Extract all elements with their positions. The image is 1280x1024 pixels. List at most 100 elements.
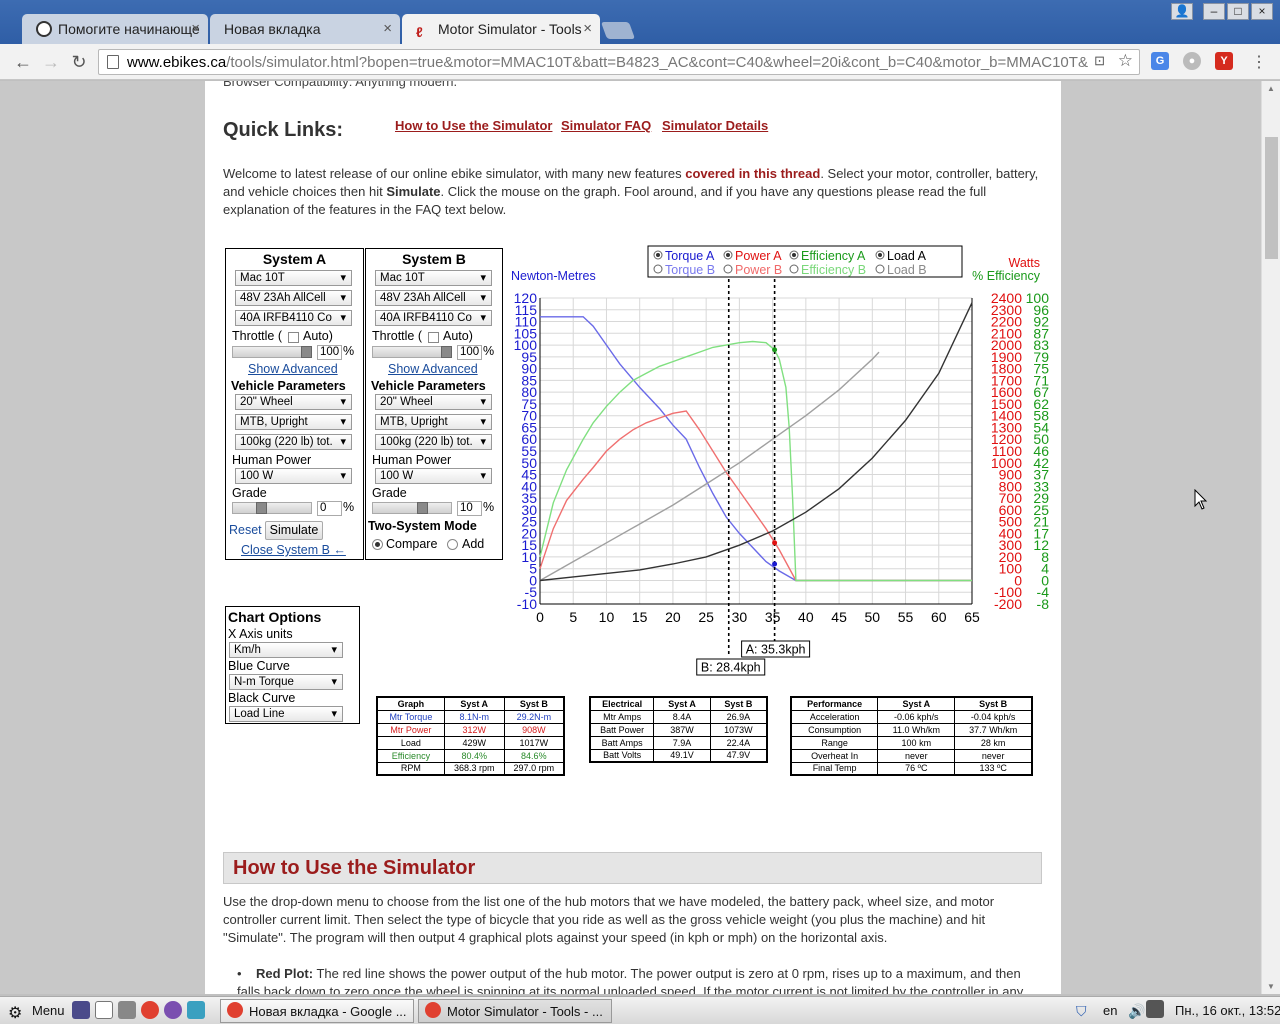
y-axis-label: Newton-Metres	[511, 269, 596, 283]
youtube-icon[interactable]: Y	[1215, 52, 1233, 70]
y-axis-label-watts: Watts	[1009, 256, 1040, 270]
x-tick-label: 60	[931, 609, 947, 625]
simulator-chart[interactable]: -10-505101520253035404550556065707580859…	[505, 241, 1055, 681]
user-icon[interactable]: 👤	[1171, 3, 1193, 20]
auto-label: Auto)	[443, 329, 473, 343]
system-b-panel: System B Mac 10T 48V 23Ah AllCell 40A IR…	[365, 248, 503, 560]
performance-header: Performance	[790, 696, 879, 711]
wheel-select[interactable]: 20" Wheel	[235, 394, 352, 410]
extension-icon[interactable]: ●	[1183, 52, 1201, 70]
tab-motor-simulator[interactable]: ℓ Motor Simulator - Tools ×	[402, 14, 600, 44]
blue-curve-select[interactable]: N-m Torque	[229, 674, 343, 690]
language-indicator[interactable]: en	[1103, 1000, 1117, 1022]
weight-select[interactable]: 100kg (220 lb) tot.	[235, 434, 352, 450]
link-simulator-faq[interactable]: Simulator FAQ	[561, 118, 651, 133]
frame-select[interactable]: MTB, Upright	[235, 414, 352, 430]
tab-new[interactable]: Новая вкладка ×	[210, 14, 400, 44]
compare-radio[interactable]	[372, 539, 383, 550]
slider-knob[interactable]	[441, 346, 452, 358]
document-icon[interactable]	[95, 1001, 113, 1019]
x-tick-label: 20	[665, 609, 681, 625]
page-scrollbar[interactable]: ▲ ▼	[1261, 81, 1280, 994]
x-tick-label: 45	[831, 609, 847, 625]
slider-knob[interactable]	[256, 502, 267, 514]
show-advanced-link[interactable]: Show Advanced	[388, 362, 478, 376]
taskbar-window-motor-simulator[interactable]: Motor Simulator - Tools - ...	[418, 999, 612, 1023]
throttle-input[interactable]: 100	[317, 345, 342, 360]
reset-link[interactable]: Reset	[229, 523, 262, 537]
reload-icon[interactable]: ↻	[68, 52, 90, 73]
add-radio[interactable]	[447, 539, 458, 550]
shield-icon[interactable]: ⛉	[1076, 1000, 1087, 1022]
link-simulator-details[interactable]: Simulator Details	[662, 118, 768, 133]
grade-slider[interactable]	[232, 502, 312, 514]
back-arrow-icon[interactable]: ←	[12, 52, 34, 73]
star-icon[interactable]: ☆	[1117, 51, 1133, 71]
table-cell: 1017W	[503, 735, 565, 750]
human-power-select[interactable]: 100 W	[375, 468, 492, 484]
new-tab-button[interactable]	[600, 22, 636, 39]
battery-select[interactable]: 48V 23Ah AllCell	[235, 290, 352, 306]
auto-checkbox[interactable]	[428, 332, 439, 343]
legend-radio[interactable]	[875, 264, 885, 274]
throttle-slider[interactable]	[232, 346, 312, 358]
table-row: Load 429W 1017W	[376, 735, 565, 750]
google-translate-icon[interactable]: G	[1151, 52, 1169, 70]
scroll-up-icon[interactable]: ▲	[1267, 84, 1275, 93]
chrome-icon[interactable]	[141, 1001, 159, 1019]
close-icon[interactable]: ×	[191, 20, 200, 37]
wheel-select[interactable]: 20" Wheel	[375, 394, 492, 410]
motor-select[interactable]: Mac 10T	[235, 270, 352, 286]
throttle-input[interactable]: 100	[457, 345, 482, 360]
show-advanced-link[interactable]: Show Advanced	[248, 362, 338, 376]
motor-select[interactable]: Mac 10T	[375, 270, 492, 286]
slider-knob[interactable]	[301, 346, 312, 358]
close-icon[interactable]: ×	[383, 20, 392, 37]
minimize-button[interactable]: –	[1203, 3, 1225, 20]
x-tick-label: 30	[732, 609, 748, 625]
close-icon[interactable]: ×	[583, 20, 592, 37]
taskbar-window-new-tab[interactable]: Новая вкладка - Google ...	[220, 999, 414, 1023]
link-how-to-use[interactable]: How to Use the Simulator	[395, 118, 552, 133]
network-icon[interactable]	[1146, 1000, 1164, 1018]
volume-icon[interactable]: 🔊	[1128, 1000, 1145, 1022]
controller-select[interactable]: 40A IRFB4110 Co	[375, 310, 492, 326]
weight-select[interactable]: 100kg (220 lb) tot.	[375, 434, 492, 450]
legend-radio[interactable]	[789, 264, 799, 274]
close-window-button[interactable]: ×	[1251, 3, 1273, 20]
menu-dots-icon[interactable]: ⋮	[1248, 52, 1270, 72]
slider-knob[interactable]	[417, 502, 428, 514]
thread-link[interactable]: covered in this thread	[685, 166, 820, 181]
grade-slider[interactable]	[372, 502, 452, 514]
throttle-slider[interactable]	[372, 346, 452, 358]
grade-input[interactable]: 0	[317, 501, 342, 516]
forward-arrow-icon[interactable]: →	[40, 52, 62, 73]
battery-select[interactable]: 48V 23Ah AllCell	[375, 290, 492, 306]
address-bar[interactable]: www.ebikes.ca/tools/simulator.html?bopen…	[98, 49, 1140, 75]
close-system-b-link[interactable]: Close System B ←	[241, 543, 346, 557]
files-icon[interactable]	[72, 1001, 90, 1019]
legend-radio[interactable]	[723, 264, 733, 274]
auto-checkbox[interactable]	[288, 332, 299, 343]
translate-icon[interactable]: ⊡	[1094, 53, 1105, 69]
x-axis-select[interactable]: Km/h	[229, 642, 343, 658]
menu-button[interactable]: Menu	[32, 1000, 65, 1022]
mail-icon[interactable]	[118, 1001, 136, 1019]
human-power-select[interactable]: 100 W	[235, 468, 352, 484]
frame-select[interactable]: MTB, Upright	[375, 414, 492, 430]
maximize-button[interactable]: □	[1227, 3, 1249, 20]
gear-icon[interactable]: ⚙	[8, 1000, 22, 1022]
tab-help[interactable]: Помогите начинающе ×	[22, 14, 208, 44]
chrome-icon	[425, 1002, 441, 1018]
scroll-down-icon[interactable]: ▼	[1267, 982, 1275, 991]
controller-select[interactable]: 40A IRFB4110 Co	[235, 310, 352, 326]
grade-input[interactable]: 10	[457, 501, 482, 516]
bullet-text: The red line shows the power output of t…	[237, 966, 1024, 994]
simulate-button[interactable]: Simulate	[265, 521, 323, 540]
app-icon[interactable]	[187, 1001, 205, 1019]
legend-radio[interactable]	[653, 264, 663, 274]
viber-icon[interactable]	[164, 1001, 182, 1019]
black-curve-select[interactable]: Load Line	[229, 706, 343, 722]
legend-radio-dot	[656, 253, 660, 257]
scroll-thumb[interactable]	[1265, 137, 1278, 259]
